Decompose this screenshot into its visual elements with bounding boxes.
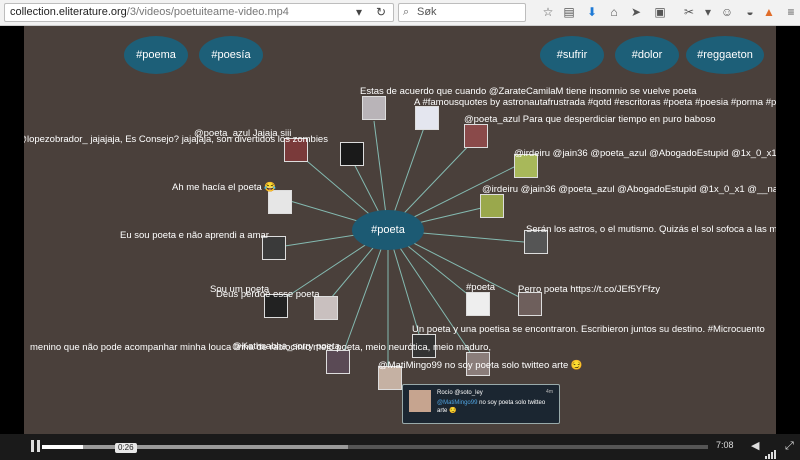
tweet-text: A #famousquotes by astronautafrustrada #…	[414, 97, 776, 108]
hashtag-bubble: #poesía	[199, 36, 263, 74]
hashtag-bubble: #sufrir	[540, 36, 604, 74]
popup-avatar	[409, 390, 431, 412]
url-host: collection.eliterature.org	[10, 6, 127, 18]
tweet-avatar	[362, 96, 386, 120]
hat-icon[interactable]: ◒	[743, 4, 757, 20]
seek-bar[interactable]: 0:26	[42, 443, 708, 453]
popup-mention: @MatiMingo99	[437, 400, 478, 406]
tweet-text: @irdeiru @jain36 @poeta_azul @AbogadoEst…	[482, 184, 776, 195]
menu-dropdown-icon[interactable]: ▾	[701, 4, 715, 20]
volume-level[interactable]	[765, 441, 777, 459]
popup-user-name: Rocío @soto_ley	[437, 390, 483, 396]
search-icon: ⌕	[403, 6, 410, 18]
tweet-text: @irdeiru @jain36 @poeta_azul @AbogadoEst…	[514, 148, 776, 159]
tweet-avatar	[340, 142, 364, 166]
bookmark-star-icon[interactable]: ☆	[541, 4, 555, 20]
hamburger-menu-icon[interactable]: ≡	[784, 4, 798, 20]
download-icon[interactable]: ⬇	[585, 4, 599, 20]
tweet-text: Eu sou poeta e não aprendi a amar	[120, 230, 269, 241]
tweet-text: Ah me hacía el poeta 😂	[172, 182, 277, 193]
tweet-text: @poeta_azul Para que desperdiciar tiempo…	[464, 114, 716, 125]
tweet-avatar	[464, 124, 488, 148]
current-time-tooltip: 0:26	[115, 443, 137, 453]
pocket-icon[interactable]: ▣	[653, 4, 667, 20]
tweet-text: @Kethsabha_sorry poeta	[232, 341, 340, 352]
home-icon[interactable]: ⌂	[607, 4, 621, 20]
tweet-text: Perro poeta https://t.co/JEf5YFfzy	[518, 284, 661, 295]
tweet-text: Deus perdoe esse poeta	[216, 289, 320, 300]
duration-label: 7:08	[716, 440, 734, 450]
volume-icon[interactable]: ◀	[751, 439, 759, 452]
popup-timestamp: 4m	[546, 389, 553, 395]
send-icon[interactable]: ➤	[629, 4, 643, 20]
drive-icon[interactable]: ▲	[762, 4, 776, 20]
reload-icon[interactable]: ↻	[376, 4, 386, 20]
tweet-text: #poeta	[466, 282, 496, 293]
tweet-avatar	[466, 292, 490, 316]
tweet-avatar	[415, 106, 439, 130]
url-path: /3/videos/poetuiteame-video.mp4	[126, 6, 289, 18]
hashtag-bubble: #dolor	[615, 36, 679, 74]
hashtag-bubble: #reggaeton	[686, 36, 764, 74]
video-frame[interactable]: #poema #poesía #sufrir #dolor #reggaeton…	[24, 26, 776, 434]
tweet-text: @poeta_azul Jajaja siii	[194, 128, 292, 139]
search-input[interactable]: ⌕ Søk	[398, 3, 526, 22]
central-hashtag-node: #poeta	[352, 210, 424, 250]
buffered-bar	[42, 445, 349, 449]
emoji-icon[interactable]: ☺	[720, 4, 734, 20]
browser-toolbar: collection.eliterature.org/3/videos/poet…	[0, 0, 800, 26]
tweet-text: @MatiMingo99 no soy poeta solo twitteo a…	[378, 360, 583, 371]
tweet-text: Un poeta y una poetisa se encontraron. E…	[412, 324, 765, 335]
tweet-avatar	[480, 194, 504, 218]
tweet-popup-card[interactable]: Rocío @soto_ley 4m @MatiMingo99 no soy p…	[402, 384, 560, 424]
hashtag-bubble: #poema	[124, 36, 188, 74]
address-bar[interactable]: collection.eliterature.org/3/videos/poet…	[4, 3, 394, 22]
played-bar	[42, 445, 83, 449]
search-placeholder: Søk	[417, 6, 437, 18]
video-controls: 0:26 7:08 ◀ ⤢	[0, 434, 800, 460]
tools-icon[interactable]: ✂	[682, 4, 696, 20]
video-page: #poema #poesía #sufrir #dolor #reggaeton…	[0, 26, 800, 460]
clipboard-icon[interactable]: ▤	[562, 4, 576, 20]
popup-tweet-text: @MatiMingo99 no soy poeta solo twitteo a…	[437, 399, 555, 415]
pause-icon[interactable]	[31, 440, 41, 452]
tweet-text: Serán los astros, o el mutismo. Quizás e…	[526, 224, 776, 235]
dropdown-icon[interactable]: ▾	[356, 4, 362, 20]
fullscreen-icon[interactable]: ⤢	[785, 440, 794, 453]
